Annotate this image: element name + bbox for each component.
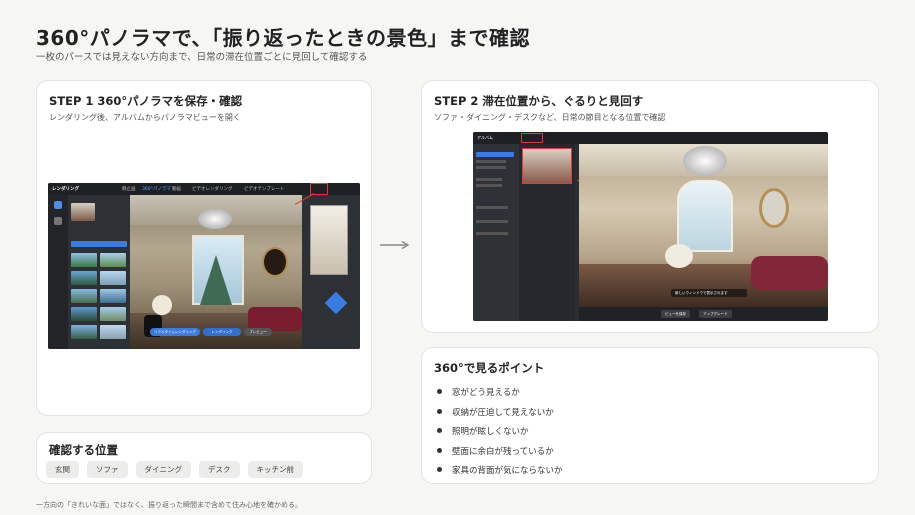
window	[677, 180, 733, 252]
right-panel	[302, 195, 360, 349]
save-view-button[interactable]: ビューを保存	[661, 310, 690, 318]
render-controls: リアルタイムレンダリング レンダリング プレビュー	[150, 328, 280, 336]
sky-thumbnail[interactable]	[71, 325, 97, 339]
album-filter-item[interactable]	[476, 166, 506, 169]
chip-entrance: 玄関	[46, 461, 79, 478]
album-filter-item[interactable]	[476, 232, 508, 235]
step1-screenshot: レンダリング 静止画 360°パノラマ 動画 ビデオレンダリング ビデオテンプレ…	[48, 183, 360, 349]
chip-dining: ダイニング	[135, 461, 191, 478]
page-title: 360°パノラマで、「振り返ったときの景色」まで確認	[36, 26, 530, 50]
chandelier	[198, 209, 232, 229]
tab-video-template[interactable]: ビデオテンプレート	[244, 186, 284, 192]
album-sidebar	[473, 144, 519, 321]
step2-card: STEP 2 滞在位置から、ぐるりと見回す ソファ・ダイニング・デスクなど、日常…	[421, 80, 879, 333]
sky-thumbnail[interactable]	[100, 271, 126, 285]
armchair	[152, 295, 172, 315]
tab-video-rendering[interactable]: ビデオレンダリング	[192, 186, 233, 192]
chandelier	[683, 146, 727, 176]
flow-arrow-icon	[380, 240, 410, 250]
scene-filter-button[interactable]	[71, 241, 127, 247]
sky-thumbnail[interactable]	[100, 253, 126, 267]
album-title: アルバム	[477, 135, 493, 140]
step1-card: STEP 1 360°パノラマを保存・確認 レンダリング後、アルバムからパノラマ…	[36, 80, 372, 416]
realtime-render-button[interactable]: リアルタイムレンダリング	[150, 328, 200, 336]
panorama-tab-highlight[interactable]	[521, 133, 543, 143]
panorama-thumbnail[interactable]	[522, 148, 572, 184]
render-icon[interactable]	[54, 201, 62, 209]
sky-thumbnail[interactable]	[71, 307, 97, 321]
chip-kitchen: キッチン前	[247, 461, 303, 478]
new-window-toast: 新しいウィンドウで表示されます	[671, 289, 747, 297]
tab-video[interactable]: 動画	[172, 186, 181, 192]
render-button[interactable]: レンダリング	[203, 328, 241, 336]
panorama-viewer[interactable]: 新しいウィンドウで表示されます	[579, 144, 828, 307]
panorama-preview[interactable]	[310, 205, 348, 275]
album-filter-item[interactable]	[476, 178, 502, 181]
positions-title: 確認する位置	[49, 443, 118, 457]
album-filter-item[interactable]	[476, 206, 508, 209]
sky-thumbnail[interactable]	[71, 253, 97, 267]
scene-panel	[68, 195, 130, 349]
list-item: 収納が圧迫して見えないか	[436, 406, 563, 426]
position-chips: 玄関 ソファ ダイニング デスク キッチン前	[46, 461, 303, 478]
step2-screenshot: アルバム 新しいウィンドウで表示されます ビューを保存 アップグレード	[473, 132, 828, 321]
sky-thumbnail[interactable]	[100, 325, 126, 339]
scene-thumbnail[interactable]	[71, 203, 95, 221]
tab-panorama[interactable]: 360°パノラマ	[142, 186, 171, 192]
preview-button[interactable]: プレビュー	[244, 328, 272, 336]
list-item: 家具の背面が気にならないか	[436, 464, 563, 484]
sky-thumbnail[interactable]	[100, 289, 126, 303]
step1-title: STEP 1 360°パノラマを保存・確認	[49, 94, 243, 108]
sky-thumbnail[interactable]	[100, 307, 126, 321]
settings-icon[interactable]	[54, 217, 62, 225]
list-item: 照明が眩しくないか	[436, 425, 563, 445]
render-viewport[interactable]	[130, 195, 302, 349]
viewer-toolbar: ビューを保存 アップグレード	[579, 307, 828, 321]
chip-desk: デスク	[199, 461, 240, 478]
list-item: 壁面に余白が残っているか	[436, 445, 563, 465]
footnote: 一方向の「きれいな面」ではなく、振り返った瞬間まで含めて住み心地を確かめる。	[36, 501, 302, 509]
album-filter-item[interactable]	[476, 184, 502, 187]
step1-description: レンダリング後、アルバムからパノラマビューを開く	[49, 113, 241, 122]
positions-card: 確認する位置 玄関 ソファ ダイニング デスク キッチン前	[36, 432, 372, 484]
sky-thumbnail[interactable]	[71, 271, 97, 285]
armchair	[665, 244, 693, 268]
points-card: 360°で見るポイント 窓がどう見えるか 収納が圧迫して見えないか 照明が眩しく…	[421, 347, 879, 484]
upgrade-button[interactable]: アップグレード	[699, 310, 732, 318]
album-filter-item[interactable]	[476, 160, 506, 163]
album-list	[519, 144, 575, 321]
chip-sofa: ソファ	[87, 461, 128, 478]
sky-thumbnail[interactable]	[71, 289, 97, 303]
album-topbar: アルバム	[473, 132, 828, 144]
step2-description: ソファ・ダイニング・デスクなど、日常の節目となる位置で確認	[434, 113, 666, 122]
app-name: レンダリング	[52, 187, 79, 192]
round-mirror	[759, 188, 789, 228]
points-list: 窓がどう見えるか 収納が圧迫して見えないか 照明が眩しくないか 壁面に余白が残っ…	[436, 386, 563, 484]
tab-still[interactable]: 静止画	[122, 186, 136, 192]
list-item: 窓がどう見えるか	[436, 386, 563, 406]
step2-title: STEP 2 滞在位置から、ぐるりと見回す	[434, 94, 644, 108]
sofa	[751, 256, 828, 290]
points-title: 360°で見るポイント	[434, 361, 545, 375]
album-filter-active[interactable]	[476, 152, 514, 157]
christmas-tree	[200, 255, 232, 305]
left-rail	[48, 195, 68, 349]
page-subtitle: 一枚のパースでは見えない方向まで、日常の滞在位置ごとに見回して確認する	[36, 52, 368, 63]
round-mirror	[262, 247, 288, 277]
album-filter-item[interactable]	[476, 220, 508, 223]
